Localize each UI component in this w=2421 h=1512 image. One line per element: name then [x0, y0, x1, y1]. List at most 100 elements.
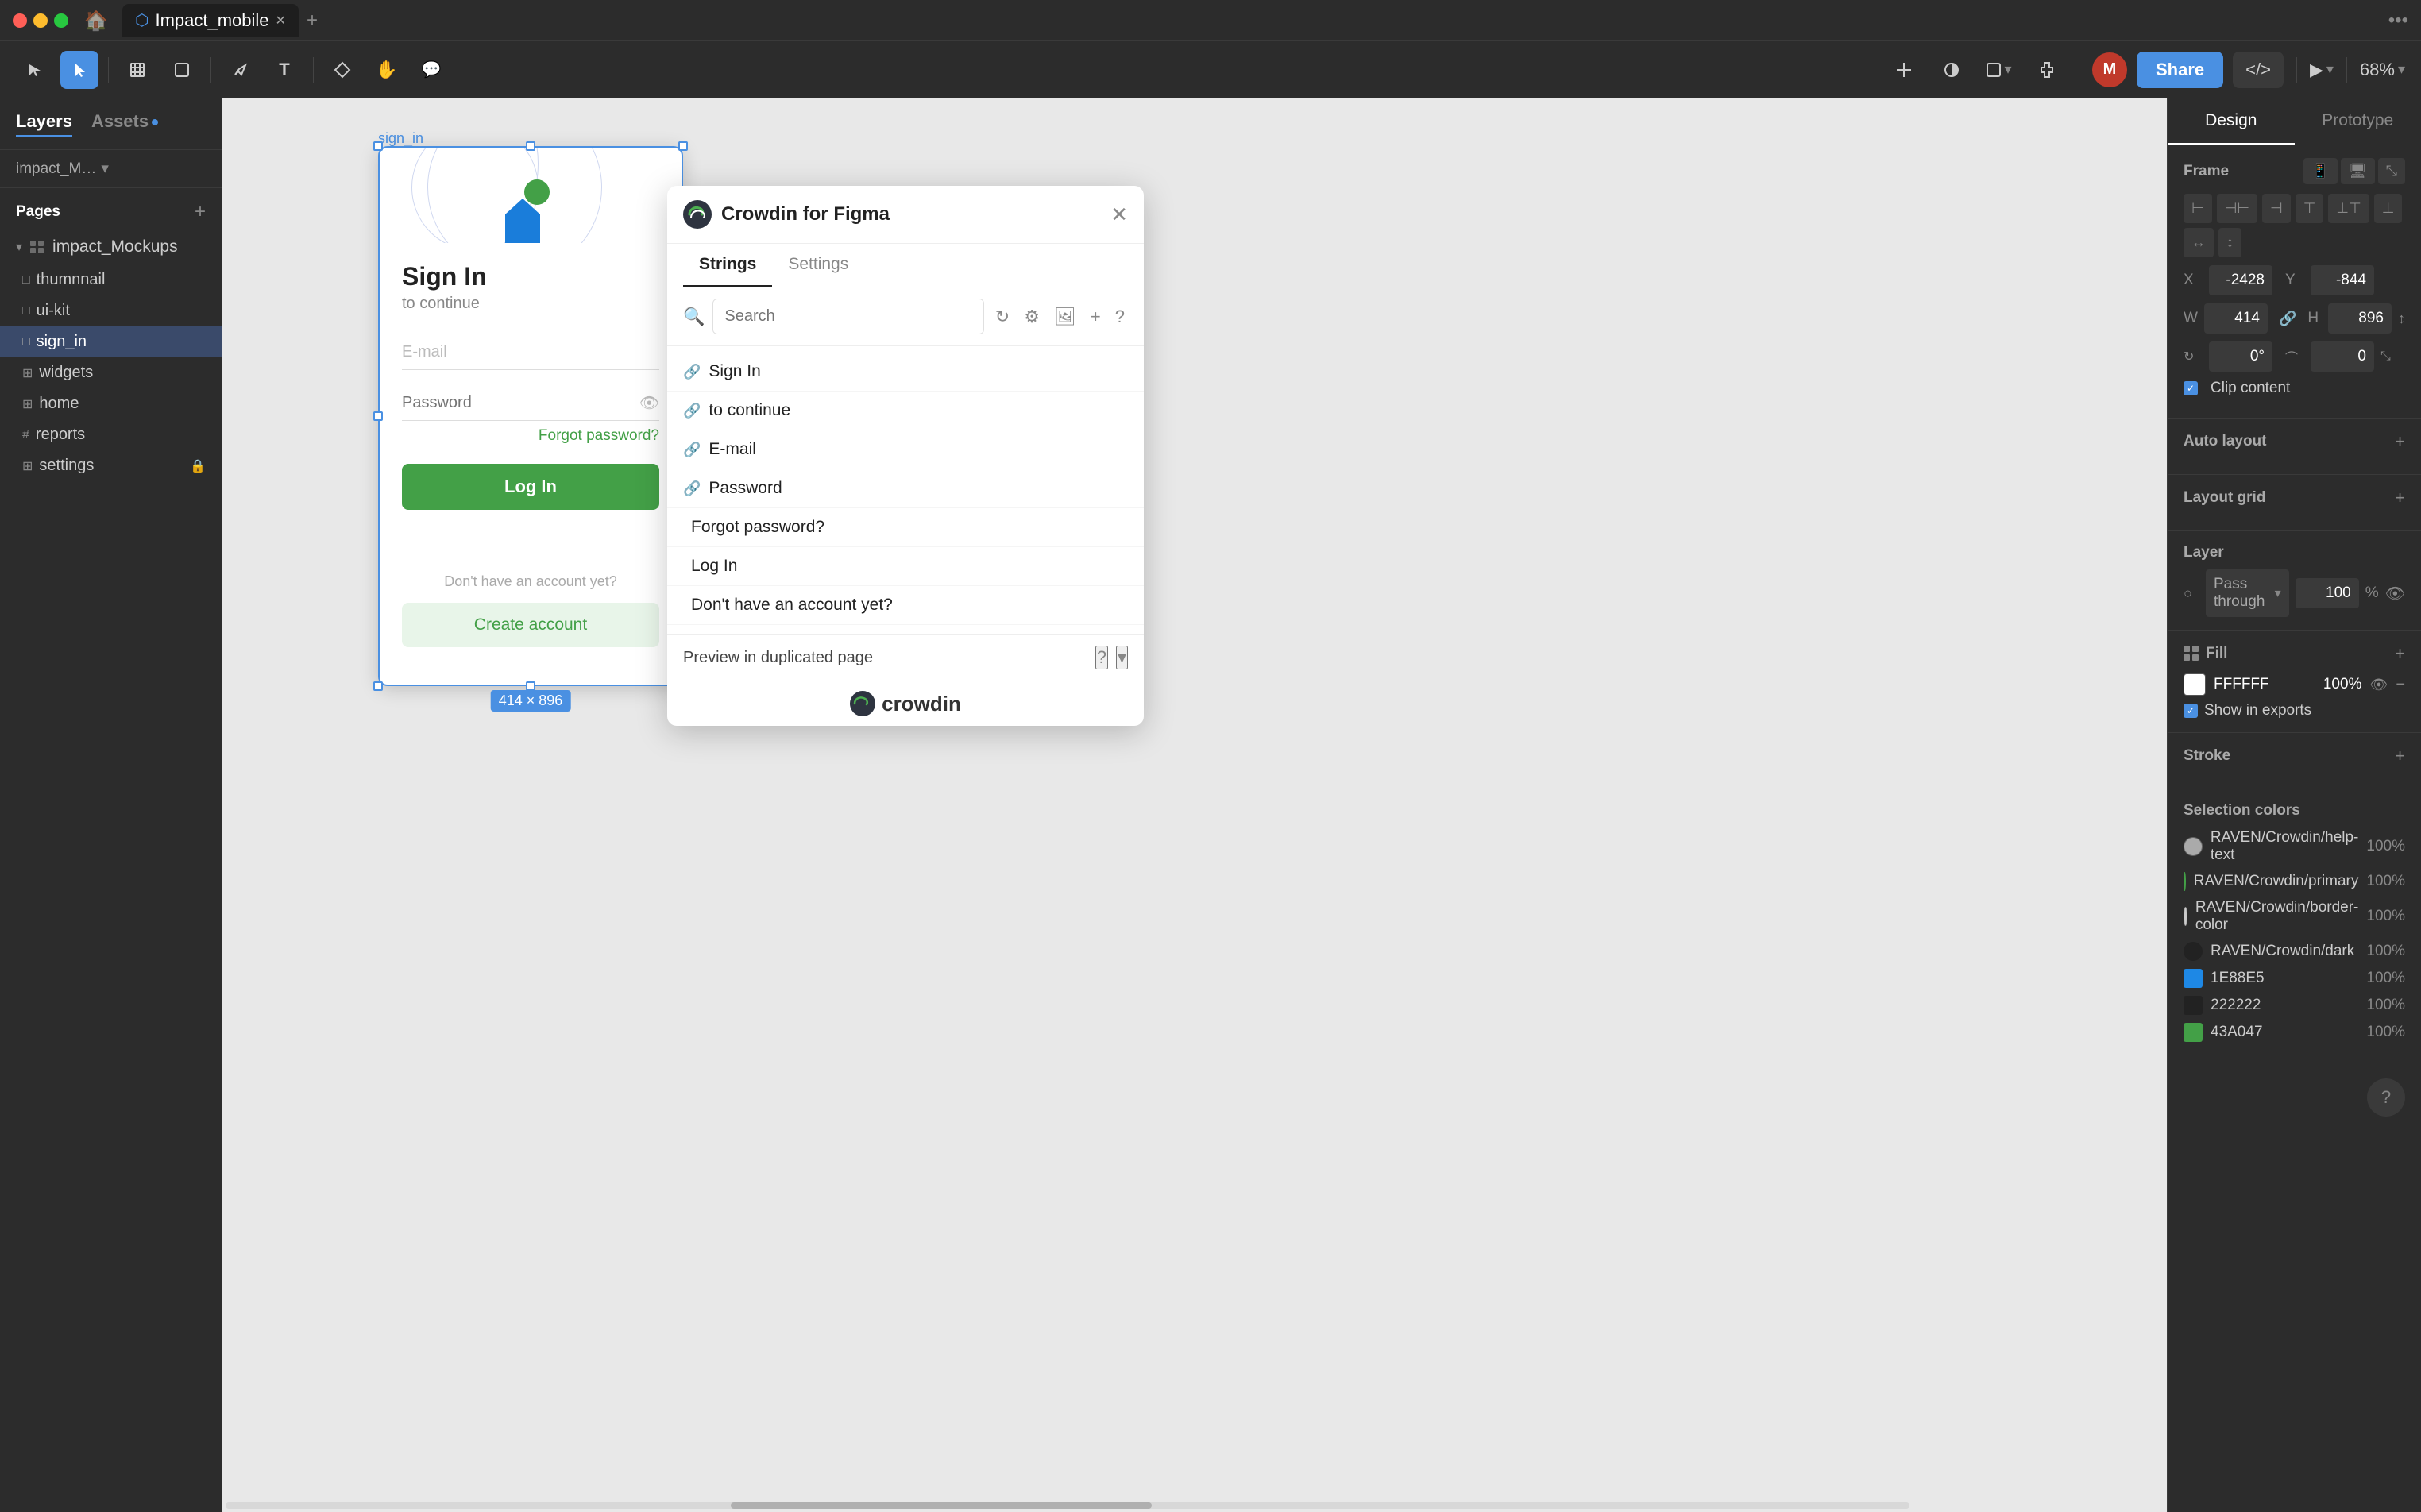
password-input[interactable]	[402, 386, 639, 420]
move-tool-btn[interactable]	[16, 51, 54, 89]
text-tool-btn[interactable]: T	[265, 51, 303, 89]
code-btn[interactable]: </>	[2233, 52, 2284, 88]
align-center-h-btn[interactable]: ⊣⊢	[2217, 194, 2257, 223]
string-item-to-continue[interactable]: 🔗 to continue	[667, 392, 1144, 430]
align-right-btn[interactable]: ⊣	[2262, 194, 2291, 223]
color-1e88e5-swatch[interactable]	[2184, 969, 2203, 988]
string-item-dont-have[interactable]: Don't have an account yet?	[667, 586, 1144, 625]
align-center-v-btn[interactable]: ⊥⊤	[2328, 194, 2369, 223]
image-btn[interactable]: 🖼	[1051, 303, 1079, 330]
frame-scale-btn[interactable]: ⤡	[2378, 158, 2405, 184]
filter-btn[interactable]: ⚙	[1021, 303, 1043, 330]
scrollbar-thumb[interactable]	[731, 1502, 1152, 1509]
x-input[interactable]	[2209, 265, 2272, 295]
visibility-toggle-btn[interactable]: 👁	[2385, 584, 2405, 604]
frame-desktop-btn[interactable]: 🖥	[2341, 158, 2375, 184]
crowdin-search-input[interactable]	[712, 299, 983, 334]
user-avatar-btn[interactable]: M	[2092, 52, 2127, 87]
layer-item-settings[interactable]: ⊞ settings 🔒	[0, 450, 222, 481]
new-tab-btn[interactable]: +	[300, 6, 324, 35]
help-btn-crowdin[interactable]: ?	[1112, 303, 1128, 330]
play-btn[interactable]: ▶▾	[2310, 60, 2334, 80]
string-item-password[interactable]: 🔗 Password	[667, 469, 1144, 508]
align-top-btn[interactable]: ⊤	[2296, 194, 2324, 223]
share-btn[interactable]: Share	[2137, 52, 2223, 88]
individual-corners-btn[interactable]: ⤡	[2380, 349, 2391, 364]
maximize-window-btn[interactable]	[54, 14, 68, 28]
crowdin-tab-settings[interactable]: Settings	[772, 244, 864, 287]
string-item-log-in[interactable]: Log In	[667, 547, 1144, 586]
constrain-btn[interactable]: ↕	[2398, 310, 2405, 327]
design-tab[interactable]: Design	[2168, 98, 2295, 145]
more-options-icon[interactable]: •••	[2388, 10, 2408, 32]
hand-tool-btn[interactable]: ✋	[368, 51, 406, 89]
layer-item-thumnnail[interactable]: □ thumnnail	[0, 264, 222, 295]
align-left-btn[interactable]: ⊢	[2184, 194, 2212, 223]
prototype-tab[interactable]: Prototype	[2295, 98, 2421, 145]
home-icon[interactable]: 🏠	[84, 10, 106, 32]
lock-icon[interactable]: 🔗	[2279, 310, 2296, 327]
comment-tool-btn[interactable]: 💬	[412, 51, 450, 89]
remove-fill-btn[interactable]: −	[2396, 676, 2405, 694]
refresh-btn[interactable]: ↻	[992, 303, 1013, 330]
fill-visibility-btn[interactable]: 👁	[2369, 677, 2388, 693]
layer-item-ui-kit[interactable]: □ ui-kit	[0, 295, 222, 326]
add-page-btn[interactable]: +	[195, 201, 206, 223]
add-fill-btn[interactable]: +	[2395, 643, 2405, 664]
blend-mode-select[interactable]: Pass through ▾	[2206, 569, 2289, 617]
dark-color-dot[interactable]	[2184, 942, 2203, 961]
fill-hex-value[interactable]: FFFFFF	[2214, 676, 2315, 693]
distribute-h-btn[interactable]: ↔	[2184, 228, 2214, 257]
crowdin-tab-strings[interactable]: Strings	[683, 244, 772, 287]
primary-color-dot[interactable]	[2184, 872, 2186, 891]
footer-expand-btn[interactable]: ▾	[1116, 646, 1128, 669]
y-input[interactable]	[2311, 265, 2374, 295]
login-btn[interactable]: Log In	[402, 464, 659, 510]
color-43a047-swatch[interactable]	[2184, 1023, 2203, 1042]
select-tool-btn[interactable]	[60, 51, 98, 89]
canvas-scrollbar[interactable]	[222, 1499, 1913, 1512]
active-tab[interactable]: ⬡ Impact_mobile ✕	[122, 4, 299, 37]
show-exports-checkbox[interactable]: ✓	[2184, 704, 2198, 718]
frame-phone-btn[interactable]: 📱	[2303, 158, 2337, 184]
layer-item-sign-in[interactable]: □ sign_in	[0, 326, 222, 357]
close-window-btn[interactable]	[13, 14, 27, 28]
frame-tool-btn[interactable]	[118, 51, 156, 89]
string-item-create-acc[interactable]: Create account	[667, 625, 1144, 634]
resize-handle-tm[interactable]	[526, 141, 535, 151]
crowdin-close-btn[interactable]: ✕	[1110, 202, 1128, 227]
resize-handle-tl[interactable]	[373, 141, 383, 151]
footer-help-btn[interactable]: ?	[1095, 646, 1108, 669]
align-bottom-btn[interactable]: ⊥	[2374, 194, 2403, 223]
layer-opacity-input[interactable]	[2296, 578, 2359, 608]
add-stroke-btn[interactable]: +	[2395, 746, 2405, 766]
help-text-color-dot[interactable]	[2184, 837, 2203, 856]
string-item-sign-in[interactable]: 🔗 Sign In	[667, 353, 1144, 392]
assets-tab[interactable]: Assets	[91, 111, 158, 137]
email-field[interactable]: E-mail	[402, 335, 659, 370]
fill-color-swatch[interactable]	[2184, 673, 2206, 696]
layer-item-home[interactable]: ⊞ home	[0, 388, 222, 419]
w-input[interactable]	[2204, 303, 2268, 334]
components-tool-btn[interactable]	[323, 51, 361, 89]
resize-handle-ml[interactable]	[373, 411, 383, 421]
h-input[interactable]	[2328, 303, 2392, 334]
string-item-forgot-pw[interactable]: Forgot password?	[667, 508, 1144, 547]
minimize-window-btn[interactable]	[33, 14, 48, 28]
string-item-email[interactable]: 🔗 E-mail	[667, 430, 1144, 469]
help-circle-btn[interactable]: ?	[2367, 1078, 2405, 1117]
eye-icon[interactable]: 👁	[639, 393, 659, 413]
border-color-dot[interactable]	[2184, 907, 2187, 926]
rotation-input[interactable]	[2209, 341, 2272, 372]
color-222222-swatch[interactable]	[2184, 996, 2203, 1015]
grid-tool-btn[interactable]	[1885, 51, 1923, 89]
add-string-btn[interactable]: +	[1087, 303, 1104, 330]
layer-item-reports[interactable]: # reports	[0, 419, 222, 450]
resize-handle-tr[interactable]	[678, 141, 688, 151]
frame-select-btn[interactable]: ▾	[1980, 51, 2018, 89]
shapes-tool-btn[interactable]	[163, 51, 201, 89]
add-auto-layout-btn[interactable]: +	[2395, 431, 2405, 452]
pen-tool-btn[interactable]	[221, 51, 259, 89]
create-account-btn[interactable]: Create account	[402, 603, 659, 647]
page-item-impact-mockups[interactable]: ▾ impact_Mockups	[0, 230, 222, 264]
